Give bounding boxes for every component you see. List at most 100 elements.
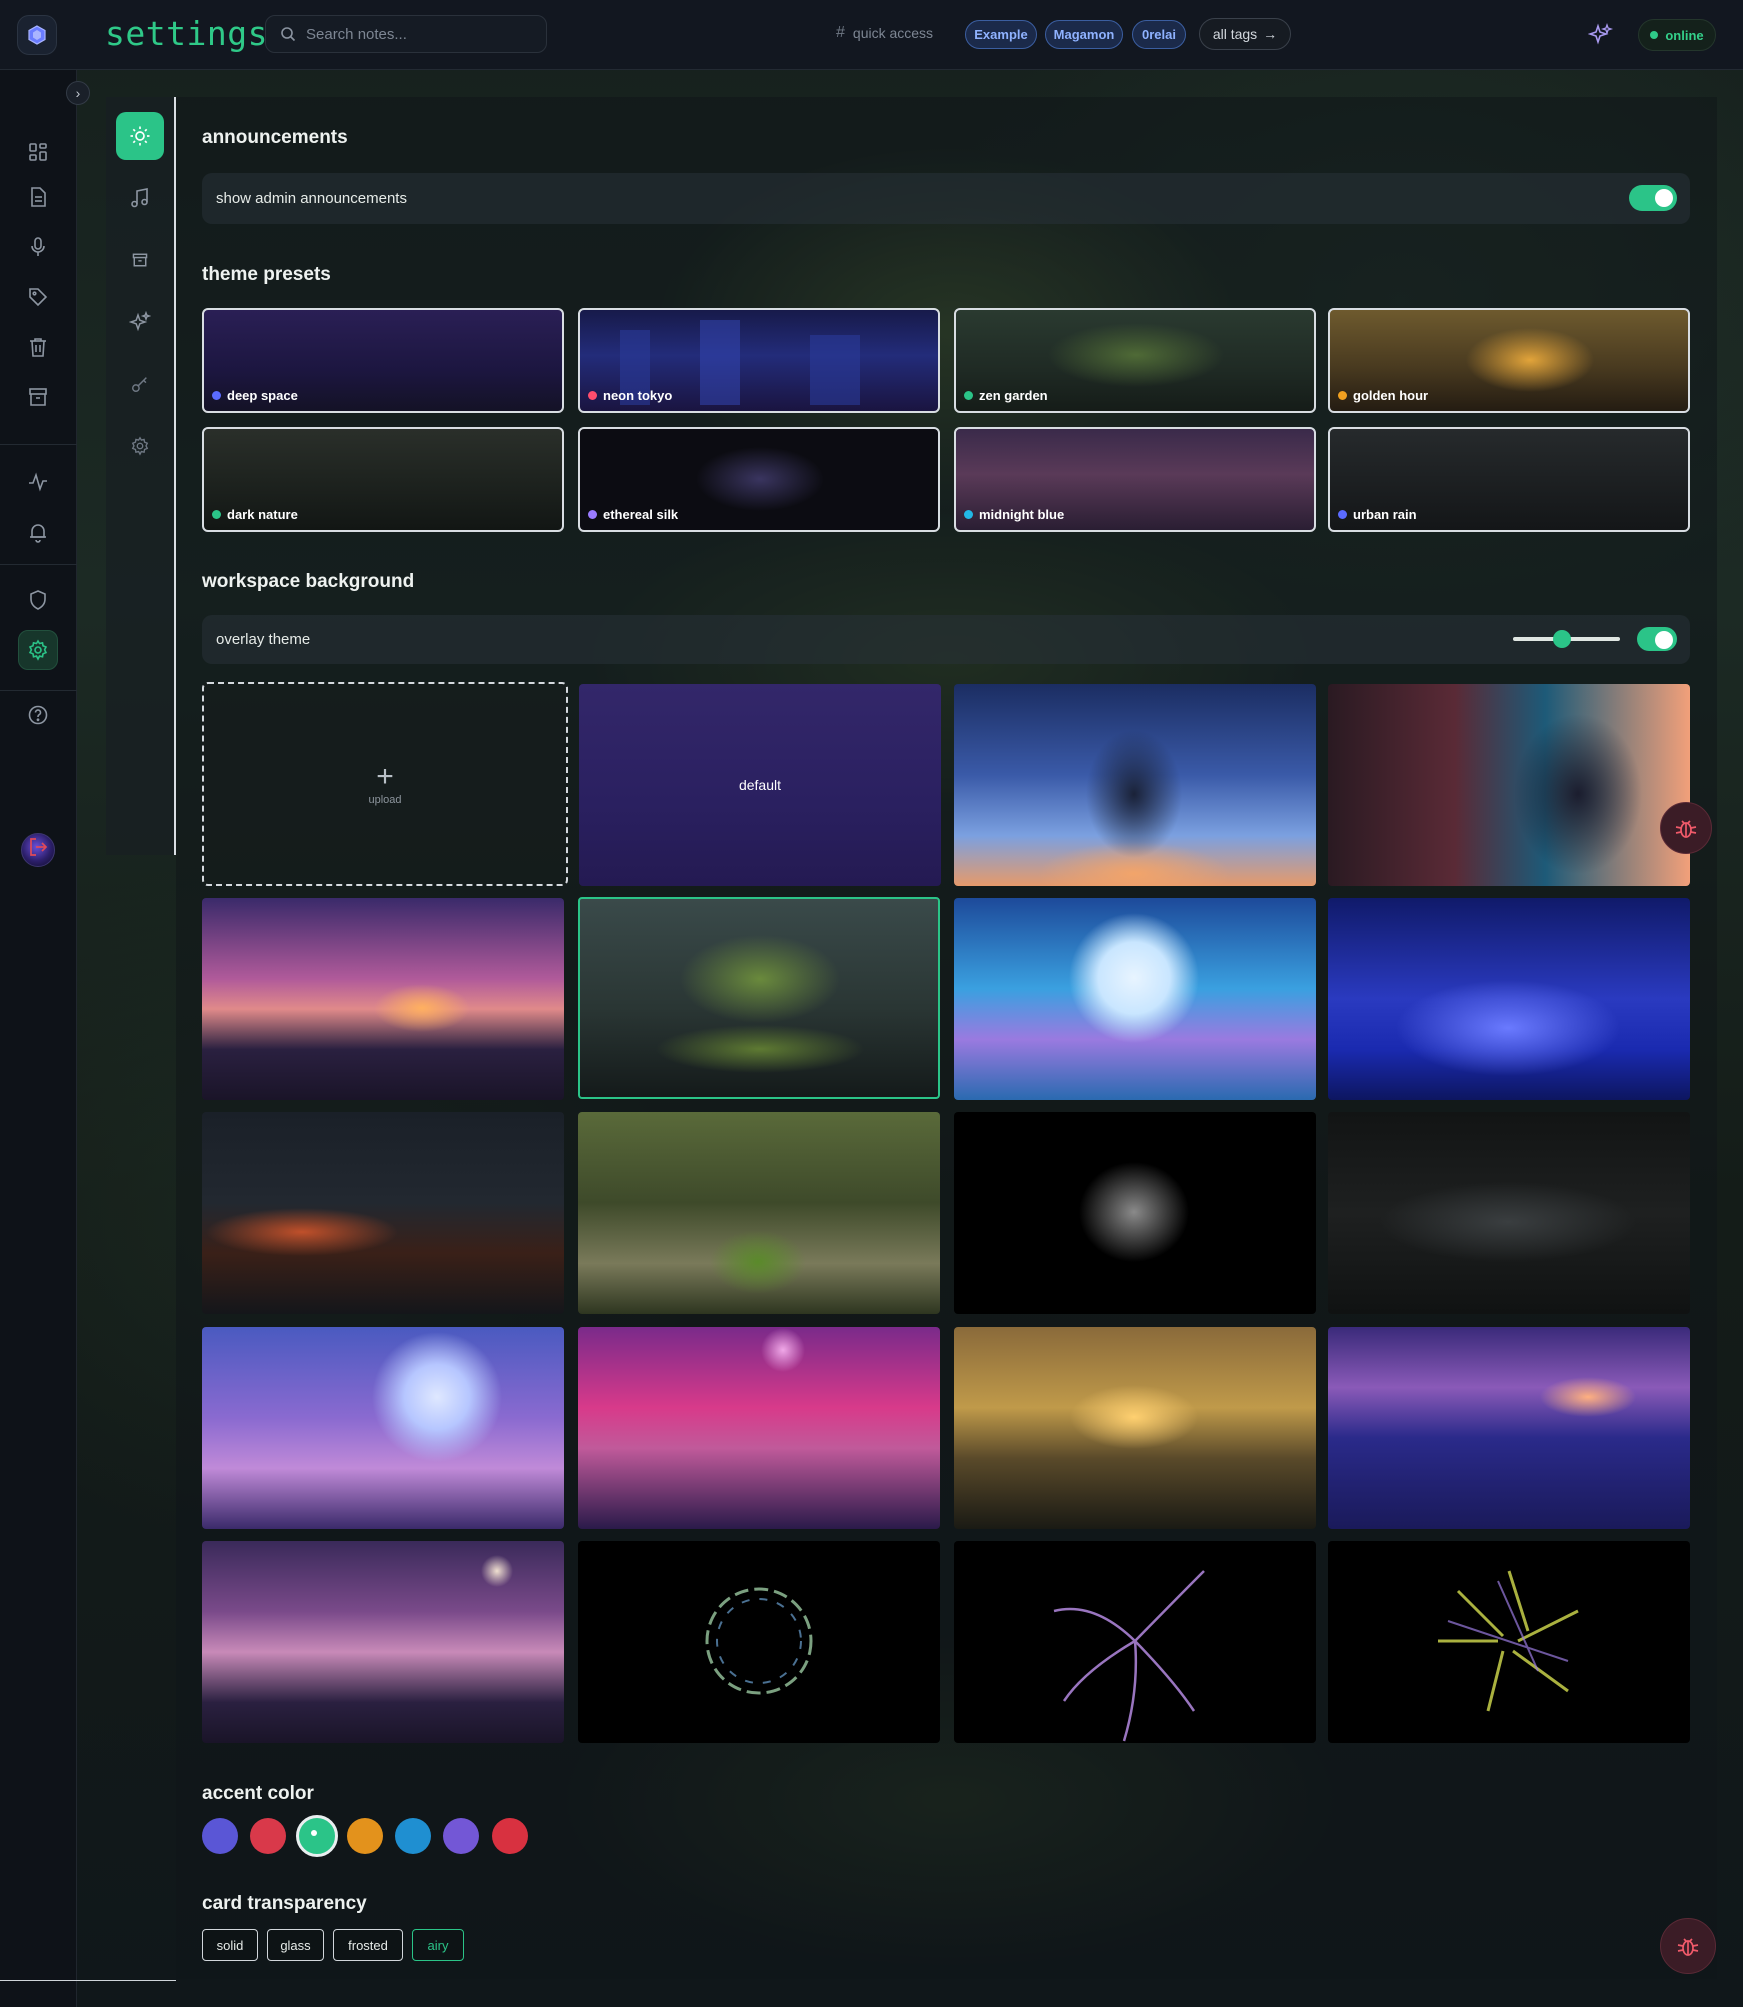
background-thumb-bonsai[interactable]	[578, 897, 940, 1099]
bell-icon[interactable]	[18, 512, 58, 552]
background-thumb-rainy-street[interactable]	[202, 1112, 564, 1314]
default-label: default	[738, 777, 782, 793]
background-thumb-silk-ring[interactable]	[578, 1541, 940, 1743]
preset-dot	[1338, 391, 1347, 400]
accent-swatch-red[interactable]	[250, 1818, 286, 1854]
preset-label: deep space	[227, 388, 298, 403]
preset-label: urban rain	[1353, 507, 1417, 522]
dashboard-icon[interactable]	[18, 132, 58, 172]
chevron-right-icon: ›	[75, 85, 81, 101]
bug-report-button[interactable]	[1660, 1918, 1716, 1974]
status-dot	[1650, 31, 1659, 39]
archive-icon[interactable]	[18, 377, 58, 417]
settings-subnav	[106, 97, 176, 855]
app-logo[interactable]	[17, 15, 57, 55]
accent-color-heading: accent color	[202, 1783, 314, 1804]
quick-tag-0relai[interactable]: 0relai	[1132, 20, 1186, 49]
music-icon[interactable]	[116, 174, 164, 222]
preset-label: dark nature	[227, 507, 298, 522]
preset-midnight-blue[interactable]: midnight blue	[954, 427, 1316, 532]
accent-swatch-orange[interactable]	[347, 1818, 383, 1854]
search-box[interactable]	[265, 15, 547, 53]
background-thumb-dark-portrait[interactable]	[954, 1112, 1316, 1314]
quick-tag-magamon[interactable]: Magamon	[1045, 20, 1123, 49]
accent-swatch-violet[interactable]	[443, 1818, 479, 1854]
background-thumb-lofi-room[interactable]	[1328, 684, 1690, 886]
background-thumb-violet-skyline[interactable]	[1328, 1327, 1690, 1529]
all-tags-button[interactable]: all tags →	[1199, 18, 1291, 50]
preset-golden-hour[interactable]: golden hour	[1328, 308, 1690, 413]
background-thumb-default[interactable]: default	[579, 684, 941, 886]
preset-dark-nature[interactable]: dark nature	[202, 427, 564, 532]
accent-swatch-crimson[interactable]	[492, 1818, 528, 1854]
admin-announcements-label: show admin announcements	[216, 190, 407, 207]
key-icon[interactable]	[116, 360, 164, 408]
gear-icon[interactable]	[116, 422, 164, 470]
admin-announcements-toggle[interactable]	[1629, 185, 1677, 211]
transparency-frosted-button[interactable]: frosted	[333, 1929, 403, 1961]
sparkle-icon[interactable]	[1588, 22, 1614, 48]
divider-line	[0, 1980, 176, 1981]
transparency-airy-button[interactable]: airy	[412, 1929, 464, 1961]
shield-icon[interactable]	[18, 580, 58, 620]
archive-icon[interactable]	[116, 236, 164, 284]
background-thumb-city-sunset[interactable]	[202, 898, 564, 1100]
trash-icon[interactable]	[18, 327, 58, 367]
search-icon	[280, 26, 296, 42]
all-tags-label: all tags	[1212, 26, 1258, 42]
preset-urban-rain[interactable]: urban rain	[1328, 427, 1690, 532]
slider-knob[interactable]	[1553, 630, 1571, 648]
sidebar-divider	[0, 564, 77, 565]
preset-deep-space[interactable]: deep space	[202, 308, 564, 413]
hash-icon: #	[836, 24, 845, 41]
tag-icon[interactable]	[18, 277, 58, 317]
sidebar-expand-button[interactable]: ›	[66, 81, 90, 105]
announcements-heading: announcements	[202, 127, 348, 148]
microphone-icon[interactable]	[18, 227, 58, 267]
background-thumb-dark-forest[interactable]	[1328, 1112, 1690, 1314]
help-icon[interactable]	[18, 695, 58, 735]
quick-access: # quick access	[836, 24, 933, 42]
settings-icon[interactable]	[18, 630, 58, 670]
activity-icon[interactable]	[18, 462, 58, 502]
quick-access-label: quick access	[852, 25, 934, 41]
background-thumb-anime-sky[interactable]	[954, 684, 1316, 886]
top-bar: settings # quick access Example Magamon …	[0, 0, 1743, 70]
preset-label: neon tokyo	[603, 388, 673, 403]
accent-swatch-blue[interactable]	[395, 1818, 431, 1854]
background-thumb-samurai-lake[interactable]	[202, 1541, 564, 1743]
transparency-glass-button[interactable]: glass	[267, 1929, 324, 1961]
quick-tag-example[interactable]: Example	[965, 20, 1037, 49]
logout-icon[interactable]	[18, 827, 58, 867]
background-thumb-neon-city[interactable]	[1328, 898, 1690, 1100]
building-shape	[810, 335, 860, 405]
background-thumb-silk-star[interactable]	[1328, 1541, 1690, 1743]
sun-icon[interactable]	[116, 112, 164, 160]
overlay-theme-toggle[interactable]	[1637, 627, 1677, 651]
preset-ethereal-silk[interactable]: ethereal silk	[578, 427, 940, 532]
background-thumb-moon-grass[interactable]	[202, 1327, 564, 1529]
upload-background-button[interactable]: + upload	[202, 682, 568, 886]
sparkle-icon[interactable]	[116, 298, 164, 346]
bug-report-button[interactable]	[1660, 802, 1712, 854]
sidebar-divider	[0, 444, 77, 445]
page-title: settings	[105, 14, 268, 53]
search-input[interactable]	[306, 25, 526, 43]
overlay-theme-row: overlay theme	[202, 615, 1690, 664]
background-thumb-japanese-house[interactable]	[578, 1112, 940, 1314]
background-thumb-golden-valley[interactable]	[954, 1327, 1316, 1529]
overlay-opacity-slider[interactable]	[1513, 630, 1620, 648]
bug-icon	[1677, 1938, 1699, 1956]
accent-swatch-indigo[interactable]	[202, 1818, 238, 1854]
background-thumb-silk-swirl[interactable]	[954, 1541, 1316, 1743]
silk-swirl-art	[1053, 1570, 1205, 1742]
accent-swatch-green[interactable]	[296, 1815, 338, 1857]
preset-zen-garden[interactable]: zen garden	[954, 308, 1316, 413]
building-shape	[700, 320, 740, 405]
transparency-solid-button[interactable]: solid	[202, 1929, 258, 1961]
notes-icon[interactable]	[18, 177, 58, 217]
preset-neon-tokyo[interactable]: neon tokyo	[578, 308, 940, 413]
background-thumb-moon-meadow[interactable]	[954, 898, 1316, 1100]
preset-dot	[964, 510, 973, 519]
background-thumb-pink-pavilion[interactable]	[578, 1327, 940, 1529]
